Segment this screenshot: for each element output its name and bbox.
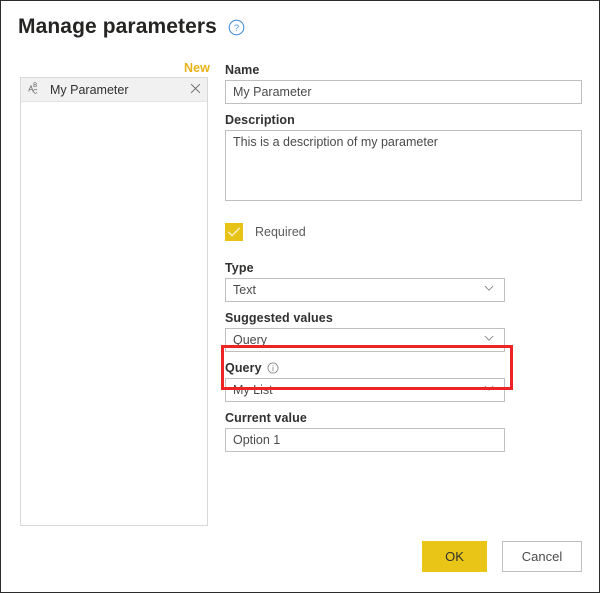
current-value-label: Current value: [225, 411, 307, 425]
type-dropdown[interactable]: Text: [225, 278, 505, 302]
page-title: Manage parameters: [18, 15, 217, 38]
name-label: Name: [225, 63, 260, 77]
description-field-block: Description: [225, 113, 582, 206]
svg-text:?: ?: [234, 23, 239, 33]
required-checkbox-row[interactable]: Required: [225, 223, 582, 241]
name-field-block: Name: [225, 63, 582, 104]
dialog-header: Manage parameters ?: [18, 15, 245, 39]
chevron-down-icon: [483, 381, 497, 399]
ok-button[interactable]: OK: [422, 541, 487, 572]
query-field-block: Query My List: [225, 361, 582, 402]
suggested-values-dropdown-value: Query: [233, 333, 268, 347]
abc-text-type-icon: A B C: [28, 80, 50, 100]
manage-parameters-dialog: Manage parameters ? New A B C My Paramet…: [0, 0, 600, 593]
dialog-footer: OK Cancel: [1, 541, 599, 572]
query-dropdown-value: My List: [233, 383, 273, 397]
svg-text:B: B: [33, 83, 37, 89]
new-parameter-link[interactable]: New: [184, 61, 210, 75]
info-circle-icon[interactable]: [267, 362, 279, 374]
type-field-block: Type Text: [225, 261, 582, 302]
cancel-button[interactable]: Cancel: [502, 541, 582, 572]
suggested-values-dropdown[interactable]: Query: [225, 328, 505, 352]
parameter-list-panel: A B C My Parameter: [20, 77, 208, 526]
parameter-form: Name Description Required Type Text: [225, 63, 582, 461]
required-checkbox[interactable]: [225, 223, 243, 241]
query-label: Query: [225, 361, 582, 375]
type-dropdown-value: Text: [233, 283, 256, 297]
close-x-icon[interactable]: [190, 81, 201, 99]
chevron-down-icon: [483, 331, 497, 349]
help-circle-icon[interactable]: ?: [228, 19, 245, 36]
query-label-text: Query: [225, 361, 262, 375]
name-input[interactable]: [225, 80, 582, 104]
suggested-values-label: Suggested values: [225, 311, 333, 325]
query-dropdown[interactable]: My List: [225, 378, 505, 402]
type-label: Type: [225, 261, 254, 275]
description-textarea[interactable]: [225, 130, 582, 201]
chevron-down-icon: [483, 281, 497, 299]
required-label: Required: [255, 225, 306, 239]
list-item-label: My Parameter: [50, 82, 129, 97]
description-label: Description: [225, 113, 295, 127]
current-value-input[interactable]: [225, 428, 505, 452]
current-value-field-block: Current value: [225, 411, 582, 452]
list-item[interactable]: A B C My Parameter: [21, 78, 207, 102]
suggested-values-field-block: Suggested values Query: [225, 311, 582, 352]
svg-text:C: C: [33, 89, 38, 95]
